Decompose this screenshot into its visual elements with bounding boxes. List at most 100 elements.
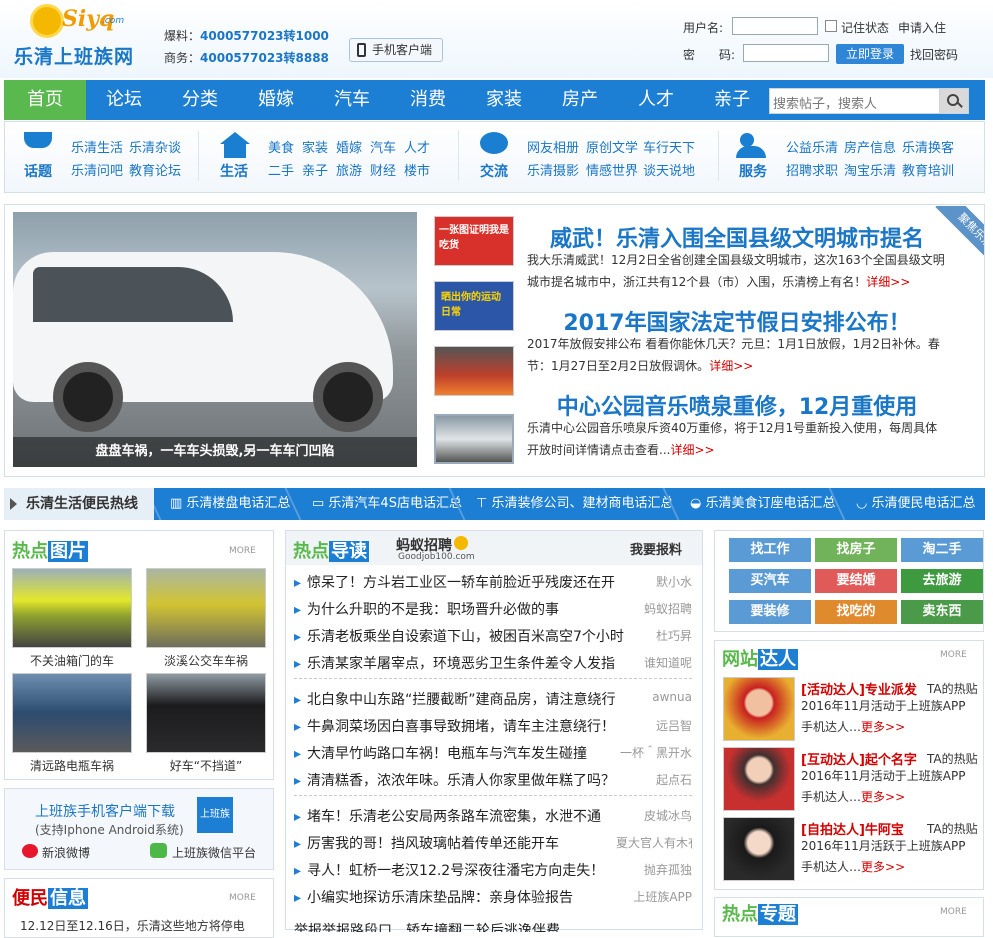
focus-photo[interactable] [13,212,417,467]
hot-pic[interactable] [146,568,266,648]
app-download-title[interactable]: 上班族手机客户端下载 [35,801,175,821]
cat-link[interactable]: 情感世界 [586,160,638,179]
news-author[interactable]: 谁知道呢 [616,654,692,671]
news-headline[interactable]: ▸ 乐清某家羊屠宰点，环境恶劣卫生条件差令人发指 [294,653,629,673]
news-author[interactable]: 蚂蚁招聘 [616,600,692,617]
news-author[interactable]: 一杯＾黑开水 [616,744,692,761]
hot-pic[interactable] [12,568,132,648]
expert-avatar[interactable] [723,677,795,741]
expert-posts-link[interactable]: TA的热贴 [927,750,978,767]
convenience-item[interactable]: 12.12日至12.16日，乐清这些地方将停电 [20,917,245,934]
cat-link[interactable]: 财经 [370,160,396,179]
news-headline[interactable]: ▸ 惊呆了！方斗岩工业区一轿车前脸近乎残废还在开 [294,572,629,592]
nav-talent[interactable]: 人才 [618,80,694,120]
expert-avatar[interactable] [723,747,795,811]
hotline-item[interactable]: ▥ 乐清楼盘电话汇总 [170,488,290,520]
more-link[interactable]: MORE [229,893,256,903]
more-link[interactable]: 更多>> [861,790,905,804]
cat-title-topic[interactable]: 话题 [24,161,52,181]
hot-pic-caption[interactable]: 清远路电瓶车祸 [12,757,132,774]
nav-classified[interactable]: 分类 [162,80,238,120]
hotline-item[interactable]: ◒ 乐清美食订座电话汇总 [690,488,836,520]
cat-link[interactable]: 教育培训 [902,160,954,179]
hot-pic[interactable] [146,673,266,753]
username-input[interactable] [732,17,818,35]
cat-link[interactable]: 淘宝乐清 [844,160,896,179]
app-badge-icon[interactable]: 上班族 [197,797,233,833]
quick-tag-button[interactable]: 买汽车 [729,569,811,593]
weibo-link[interactable]: 新浪微博 [42,844,90,861]
recover-link[interactable]: 找回密码 [910,46,958,63]
news-headline[interactable]: ▸ 小编实地探访乐清床垫品牌：亲身体验报告 [294,887,629,907]
cat-link[interactable]: 美食 [268,137,294,156]
search-button[interactable] [939,88,969,114]
expert-posts-link[interactable]: TA的热贴 [927,680,978,697]
cat-link[interactable]: 乐清摄影 [527,160,579,179]
cat-link[interactable]: 亲子 [302,160,328,179]
more-link[interactable]: MORE [940,907,967,917]
cat-link[interactable]: 婚嫁 [336,137,362,156]
cat-title-exchange[interactable]: 交流 [480,161,508,181]
expert-avatar[interactable] [723,817,795,881]
nav-wedding[interactable]: 婚嫁 [238,80,314,120]
apply-link[interactable]: 申请入住 [898,19,946,36]
quick-tag-button[interactable]: 要结婚 [815,569,897,593]
news-headline[interactable]: ▸ 北白象中山东路“拦腰截断”建商品房，请注意绕行 [294,689,629,709]
detail-link[interactable]: 详细>> [670,443,714,457]
news-headline[interactable]: 举报举报路段口…轿车撞翻二轮后逃逸伴费… [294,920,692,932]
quick-tag-button[interactable]: 找房子 [815,538,897,562]
news-headline[interactable]: ▸ 堵车！乐清老公安局两条路车流密集，水泄不通 [294,806,629,826]
cat-link[interactable]: 乐清问吧 [71,160,123,179]
cat-link[interactable]: 网友相册 [527,137,579,156]
report-link[interactable]: 我要报料 [630,539,682,558]
focus-thumb[interactable]: 晒出你的运动日常 [434,281,514,331]
quick-tag-button[interactable]: 要装修 [729,600,811,624]
news-author[interactable]: awnua [616,690,692,704]
cat-link[interactable]: 二手 [268,160,294,179]
cat-link[interactable]: 原创文学 [586,137,638,156]
cat-title-life[interactable]: 生活 [220,161,248,181]
quick-tag-button[interactable]: 找吃的 [815,600,897,624]
expert-posts-link[interactable]: TA的热贴 [927,820,978,837]
wechat-link[interactable]: 上班族微信平台 [172,844,256,861]
cat-link[interactable]: 乐清换客 [902,137,954,156]
quick-tag-button[interactable]: 卖东西 [901,600,983,624]
quick-tag-button[interactable]: 去旅游 [901,569,983,593]
nav-home[interactable]: 首页 [4,80,86,120]
more-link[interactable]: 更多>> [861,860,905,874]
cat-link[interactable]: 汽车 [370,137,396,156]
detail-link[interactable]: 详细>> [866,275,910,289]
news-author[interactable]: 起点石 [616,771,692,788]
news-headline[interactable]: ▸ 乐清老板乘坐自设索道下山，被困百米高空7个小时 [294,626,629,646]
more-link[interactable]: MORE [940,650,967,660]
cat-link[interactable]: 家装 [302,137,328,156]
cat-link[interactable]: 旅游 [336,160,362,179]
news-author[interactable]: 皮城冰鸟 [616,807,692,824]
news-author[interactable]: 抛弃孤独 [616,861,692,878]
more-link[interactable]: 更多>> [861,720,905,734]
password-input[interactable] [743,44,829,62]
cat-link[interactable]: 招聘求职 [786,160,838,179]
cat-link[interactable]: 人才 [404,137,430,156]
nav-consume[interactable]: 消费 [390,80,466,120]
hotline-item[interactable]: ◡ 乐清便民电话汇总 [856,488,976,520]
focus-thumb[interactable] [434,346,514,396]
hotline-item[interactable]: ⊤ 乐清装修公司、建材商电话汇总 [476,488,673,520]
nav-house[interactable]: 房产 [542,80,618,120]
quick-tag-button[interactable]: 淘二手 [901,538,983,562]
remember-checkbox[interactable] [825,20,837,32]
nav-parenting[interactable]: 亲子 [694,80,770,120]
nav-forum[interactable]: 论坛 [86,80,162,120]
news-headline[interactable]: ▸ 大清早竹屿路口车祸！电瓶车与汽车发生碰撞 [294,743,629,763]
hot-pic-caption[interactable]: 淡溪公交车车祸 [146,652,266,669]
news-author[interactable]: 远吕智 [616,717,692,734]
nav-car[interactable]: 汽车 [314,80,390,120]
news-headline[interactable]: ▸ 为什么升职的不是我：职场晋升必做的事 [294,599,629,619]
quick-tag-button[interactable]: 找工作 [729,538,811,562]
cat-link[interactable]: 乐清生活 [71,137,123,156]
hotline-item[interactable]: ▭ 乐清汽车4S店电话汇总 [312,488,462,520]
cat-link[interactable]: 车行天下 [643,137,695,156]
login-button[interactable]: 立即登录 [836,44,904,64]
cat-link[interactable]: 公益乐清 [786,137,838,156]
news-author[interactable]: 夏大官人有木有 [616,834,692,851]
